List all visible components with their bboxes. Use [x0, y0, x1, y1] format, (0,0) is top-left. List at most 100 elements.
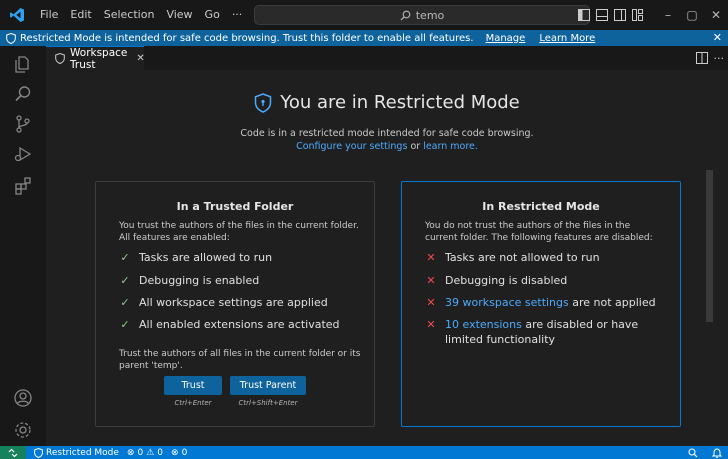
restricted-mode-status[interactable]: Restricted Mode [34, 447, 119, 458]
trusted-folder-panel: In a Trusted Folder You trust the author… [95, 181, 375, 427]
page-title-text: You are in Restricted Mode [280, 92, 520, 113]
trusted-feature: ✓ All enabled extensions are activated [119, 317, 369, 332]
ports-count: 0 [181, 447, 188, 458]
search-text: temo [415, 8, 445, 22]
checkmark-icon: ✓ [120, 318, 130, 331]
editor-tab-bar: Workspace Trust ✕ ··· [46, 46, 728, 71]
restricted-description: You do not trust the authors of the file… [425, 221, 653, 243]
checkmark-icon: ✓ [120, 274, 130, 287]
tab-label: Workspace Trust [70, 46, 128, 71]
run-and-debug-icon[interactable] [11, 142, 35, 166]
error-icon: ⊗ [126, 447, 135, 458]
menu-selection[interactable]: Selection [98, 0, 161, 30]
restricted-feature: ✕ 39 workspace settings are not applied [425, 295, 675, 310]
feature-text: Debugging is disabled [445, 274, 568, 287]
feature-text: 39 workspace settings are not applied [445, 295, 656, 310]
banner-manage-link[interactable]: Manage [486, 33, 526, 44]
ports-status[interactable]: ⊗ 0 [171, 448, 187, 458]
trust-button[interactable]: Trust [164, 376, 222, 395]
status-bar: Restricted Mode ⊗ 0 ⚠ 0 ⊗ 0 [0, 446, 728, 459]
banner-close-icon[interactable]: ✕ [713, 30, 722, 46]
extensions-icon[interactable] [11, 174, 35, 198]
toggle-panel-icon[interactable] [596, 9, 608, 21]
tab-close-icon[interactable]: ✕ [136, 53, 144, 64]
minimize-icon[interactable]: – [656, 0, 680, 30]
trust-note: Trust the authors of all files in the cu… [119, 349, 361, 371]
customize-layout-icon[interactable] [632, 9, 646, 21]
explorer-icon[interactable] [11, 52, 35, 76]
checkmark-icon: ✓ [120, 296, 130, 309]
feature-text: Tasks are allowed to run [139, 251, 273, 264]
problems-status[interactable]: ⊗ 0 ⚠ 0 [127, 448, 163, 458]
warning-icon: ⚠ [146, 447, 155, 458]
feature-text: All enabled extensions are activated [139, 318, 340, 331]
cross-icon: ✕ [426, 251, 436, 264]
shield-icon [55, 53, 65, 64]
trusted-description: You trust the authors of the files in th… [119, 221, 359, 243]
source-control-icon[interactable] [11, 112, 35, 136]
notifications-bell-icon[interactable] [712, 447, 722, 458]
cross-icon: ✕ [426, 274, 436, 287]
warning-count: 0 [157, 447, 164, 458]
more-actions-icon[interactable]: ··· [714, 52, 725, 65]
remote-indicator-icon[interactable] [0, 446, 26, 459]
learn-more-link[interactable]: learn more. [423, 141, 478, 152]
shield-icon [254, 92, 272, 113]
trusted-feature: ✓ Tasks are allowed to run [119, 250, 369, 265]
menu-more[interactable]: ··· [226, 0, 249, 30]
menu-edit[interactable]: Edit [64, 0, 97, 30]
menu-go[interactable]: Go [199, 0, 226, 30]
trusted-feature: ✓ Debugging is enabled [119, 273, 369, 288]
extensions-link[interactable]: 10 extensions [445, 318, 522, 331]
page-subtitle: Code is in a restricted mode intended fo… [240, 128, 534, 139]
maximize-icon[interactable]: ▢ [680, 0, 704, 30]
tab-workspace-trust[interactable]: Workspace Trust ✕ [46, 46, 145, 71]
manage-gear-icon[interactable] [11, 418, 35, 442]
toggle-secondary-sidebar-icon[interactable] [614, 9, 626, 21]
cross-icon: ✕ [426, 318, 436, 331]
cross-icon: ✕ [426, 296, 436, 309]
banner-text: Restricted Mode is intended for safe cod… [20, 32, 474, 44]
restricted-mode-label: Restricted Mode [46, 447, 119, 458]
page-links: Configure your settings or learn more. [46, 141, 728, 152]
feature-text: All workspace settings are applied [139, 296, 328, 309]
title-bar: File Edit Selection View Go ··· ← → temo [0, 0, 728, 30]
ports-icon: ⊗ [171, 447, 179, 458]
menu-file[interactable]: File [34, 0, 64, 30]
restricted-title: In Restricted Mode [482, 200, 600, 213]
accounts-icon[interactable] [11, 386, 35, 410]
trusted-feature: ✓ All workspace settings are applied [119, 295, 369, 310]
activity-bar [0, 46, 46, 446]
restricted-mode-panel: In Restricted Mode You do not trust the … [401, 181, 681, 427]
trust-parent-shortcut-hint: Ctrl+Shift+Enter [238, 399, 298, 407]
restricted-feature: ✕ Debugging is disabled [425, 273, 675, 288]
feature-text: Tasks are not allowed to run [445, 251, 600, 264]
restricted-mode-banner: Restricted Mode is intended for safe cod… [0, 30, 728, 46]
toggle-primary-sidebar-icon[interactable] [578, 9, 590, 21]
editor-scrollbar[interactable] [706, 170, 713, 322]
search-icon [400, 10, 411, 21]
shield-icon [34, 447, 43, 458]
or-text: or [410, 141, 421, 152]
feature-text: 10 extensions are disabled or have limit… [445, 317, 675, 347]
checkmark-icon: ✓ [120, 251, 130, 264]
zoom-icon[interactable] [688, 447, 698, 458]
split-editor-icon[interactable] [695, 52, 708, 64]
close-window-icon[interactable]: ✕ [704, 0, 728, 30]
search-view-icon[interactable] [11, 82, 35, 106]
restricted-feature: ✕ 10 extensions are disabled or have lim… [425, 317, 675, 347]
feature-text: Debugging is enabled [139, 274, 260, 287]
trust-parent-button[interactable]: Trust Parent [230, 376, 306, 395]
command-center-search[interactable]: temo [254, 5, 590, 25]
error-count: 0 [137, 447, 144, 458]
page-title: You are in Restricted Mode [46, 92, 728, 113]
trusted-title: In a Trusted Folder [176, 200, 294, 213]
vscode-logo-icon [0, 0, 34, 30]
configure-settings-link[interactable]: Configure your settings [296, 141, 407, 152]
workspace-trust-editor: You are in Restricted Mode Code is in a … [46, 70, 728, 446]
feature-text-rest: are not applied [572, 296, 656, 309]
banner-learn-more-link[interactable]: Learn More [539, 33, 595, 44]
workspace-settings-link[interactable]: 39 workspace settings [445, 296, 569, 309]
trust-shortcut-hint: Ctrl+Enter [174, 399, 212, 407]
menu-view[interactable]: View [160, 0, 198, 30]
